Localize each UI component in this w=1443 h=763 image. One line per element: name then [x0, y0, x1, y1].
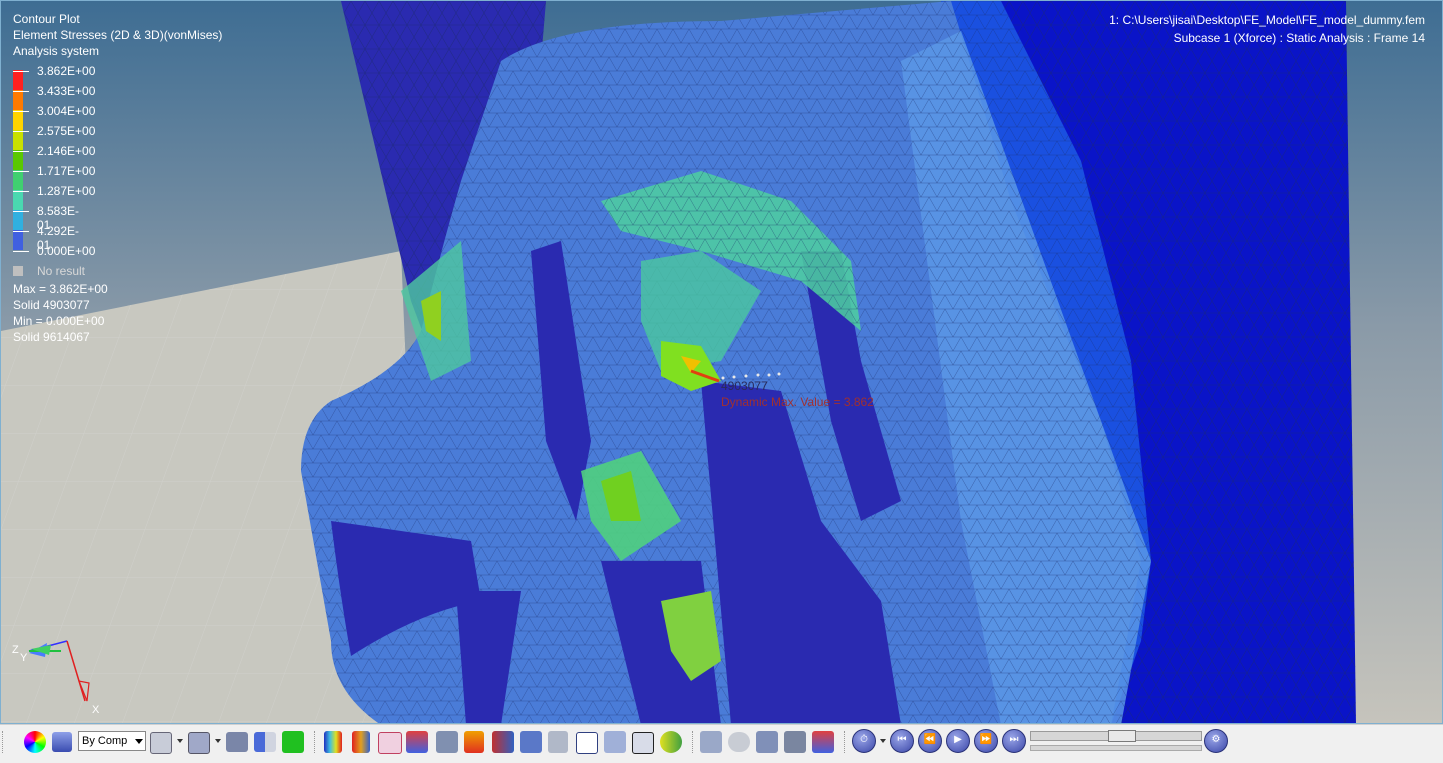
- marker-icon[interactable]: [464, 731, 484, 753]
- step-back-icon[interactable]: ⏪: [918, 729, 942, 753]
- legend-swatch: [13, 130, 23, 150]
- legend-swatch: [13, 210, 23, 230]
- no-result-label: No result: [37, 264, 86, 278]
- legend-swatch: [13, 190, 23, 210]
- measure-icon[interactable]: [604, 731, 626, 753]
- animation-slider-thumb[interactable]: [1108, 730, 1136, 742]
- dynamic-max-label: Dynamic Max. Value = 3.862: [721, 395, 874, 409]
- animation-mode-icon[interactable]: ⏱: [852, 729, 876, 753]
- chevron-down-icon: [135, 739, 143, 744]
- legend-value: 1.287E+00: [37, 184, 96, 198]
- tensor-plot-icon[interactable]: [436, 731, 458, 753]
- iso-value-icon[interactable]: [492, 731, 514, 753]
- play-icon[interactable]: ▶: [946, 729, 970, 753]
- min-element: Solid 9614067: [13, 330, 90, 344]
- max-element: Solid 4903077: [13, 298, 90, 312]
- model-info: 1: C:\Users\jisai\Desktop\FE_Model\FE_mo…: [1109, 11, 1425, 47]
- toolbar-separator: [314, 731, 317, 753]
- notes-icon[interactable]: [576, 732, 598, 754]
- curve-icon[interactable]: [756, 731, 778, 753]
- legend-tick: [13, 131, 29, 132]
- legend-tick: [13, 171, 29, 172]
- toolbar-separator: [692, 731, 695, 753]
- legend-value: 2.146E+00: [37, 144, 96, 158]
- toolbar-separator: [844, 731, 847, 753]
- shaded-cube-icon[interactable]: [188, 732, 210, 754]
- query-icon[interactable]: [700, 731, 722, 753]
- model-file-path: 1: C:\Users\jisai\Desktop\FE_Model\FE_mo…: [1109, 13, 1425, 27]
- result-type-label: Element Stresses (2D & 3D)(vonMises): [13, 28, 223, 42]
- legend-value: 2.575E+00: [37, 124, 96, 138]
- rewind-start-icon[interactable]: ⏮: [890, 729, 914, 753]
- legend-swatch: [13, 70, 23, 90]
- legend-value: 3.433E+00: [37, 84, 96, 98]
- axis-x-label: X: [92, 704, 100, 716]
- dynamic-max-annotation: 4903077 Dynamic Max. Value = 3.862: [721, 378, 874, 410]
- legend-tick: [13, 231, 29, 232]
- mirror-icon[interactable]: [254, 732, 276, 752]
- visualization-toolbar: By Comp ⏱ ⏮ ⏪ ▶ ⏩ ⏭ ⚙: [0, 724, 1443, 763]
- legend-tick: [13, 111, 29, 112]
- component-color-icon[interactable]: [52, 732, 72, 752]
- fe-model-contour[interactable]: [1, 1, 1443, 724]
- legend-swatch: [13, 90, 23, 110]
- contour-plot-icon[interactable]: [324, 731, 342, 753]
- deformed-shape-icon[interactable]: [378, 732, 402, 754]
- chevron-down-icon[interactable]: [177, 739, 183, 743]
- plot-curve-icon[interactable]: [812, 731, 834, 753]
- animation-slider[interactable]: [1030, 730, 1202, 742]
- no-result-legend: No result: [13, 264, 85, 278]
- transform-icon[interactable]: [632, 732, 654, 754]
- legend-tick: [13, 151, 29, 152]
- animation-speed-slider[interactable]: [1030, 745, 1202, 751]
- legend-value: 3.004E+00: [37, 104, 96, 118]
- flexbody-icon[interactable]: [520, 731, 542, 753]
- legend-tick: [13, 211, 29, 212]
- element-display-icon[interactable]: [226, 732, 248, 752]
- tracing-icon[interactable]: [660, 731, 682, 753]
- legend-tick: [13, 71, 29, 72]
- toolbar-grip[interactable]: [2, 731, 5, 753]
- gear-icon[interactable]: ⚙: [1204, 729, 1228, 753]
- min-value: Min = 0.000E+00: [13, 314, 105, 328]
- plot-header: Contour Plot Element Stresses (2D & 3D)(…: [13, 11, 222, 59]
- legend-tick: [13, 191, 29, 192]
- legend-value: 3.862E+00: [37, 64, 96, 78]
- forward-end-icon[interactable]: ⏭: [1002, 729, 1026, 753]
- legend-stats: Max = 3.862E+00 Solid 4903077 Min = 0.00…: [13, 281, 108, 345]
- axis-z-label: Z: [12, 644, 19, 656]
- chevron-down-icon[interactable]: [880, 739, 886, 743]
- legend-swatch: [13, 110, 23, 130]
- max-element-id: 4903077: [721, 379, 768, 393]
- plot-type-label: Contour Plot: [13, 12, 80, 26]
- legend-tick: [13, 91, 29, 92]
- comment-icon[interactable]: [728, 732, 750, 752]
- axis-y-label: Y: [20, 652, 28, 664]
- vector-plot-icon[interactable]: [406, 731, 428, 753]
- legend-swatch: [13, 170, 23, 190]
- legend-swatch: [13, 150, 23, 170]
- step-forward-icon[interactable]: ⏩: [974, 729, 998, 753]
- graphics-viewport[interactable]: Contour Plot Element Stresses (2D & 3D)(…: [0, 0, 1443, 724]
- color-mode-value: By Comp: [82, 735, 128, 747]
- legend-value: 0.000E+00: [37, 244, 96, 258]
- system-label: Analysis system: [13, 44, 100, 58]
- legend-value: 1.717E+00: [37, 164, 96, 178]
- color-mode-select[interactable]: By Comp: [78, 731, 146, 751]
- wireframe-cube-icon[interactable]: [150, 732, 172, 754]
- color-wheel-icon[interactable]: [24, 731, 46, 753]
- section-cut-icon[interactable]: [548, 731, 568, 753]
- chevron-down-icon[interactable]: [215, 739, 221, 743]
- no-result-swatch: [13, 266, 23, 276]
- component-toggle-icon[interactable]: [282, 731, 304, 753]
- legend-tick: [13, 251, 29, 252]
- assigned-plot-icon[interactable]: [352, 731, 370, 753]
- subcase-label: Subcase 1 (Xforce) : Static Analysis : F…: [1173, 31, 1425, 45]
- sets-icon[interactable]: [784, 731, 806, 753]
- legend-swatch: [13, 230, 23, 250]
- hypermesh-window: Contour Plot Element Stresses (2D & 3D)(…: [0, 0, 1443, 763]
- max-value: Max = 3.862E+00: [13, 282, 108, 296]
